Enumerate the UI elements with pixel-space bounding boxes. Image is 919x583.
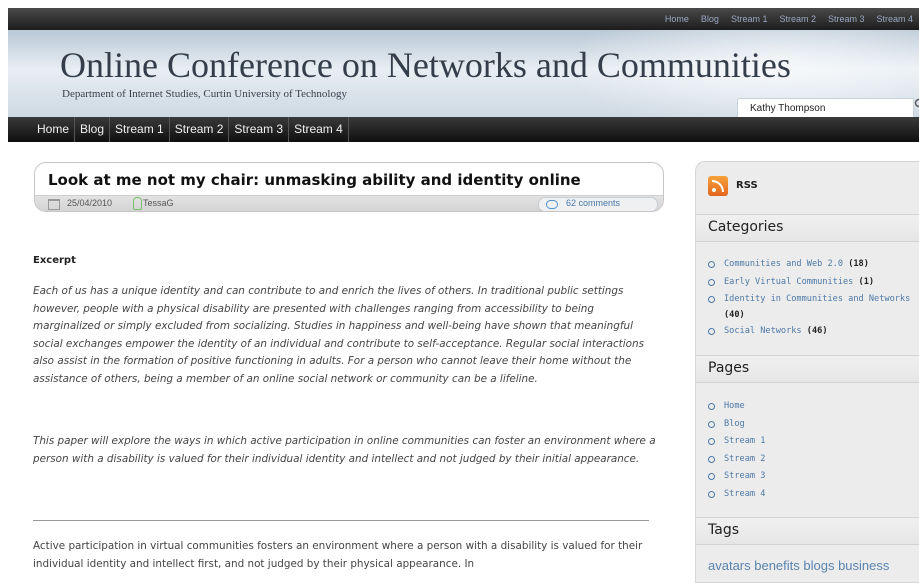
search-input[interactable]: Kathy Thompson: [737, 98, 914, 117]
pages-list: Home Blog Stream 1 Stream 2 Stream 3 Str…: [708, 398, 913, 503]
excerpt-paragraph-2: This paper will explore the ways in whic…: [33, 435, 656, 465]
search-input-value: Kathy Thompson: [750, 103, 826, 114]
categories-title: Categories: [708, 219, 784, 235]
user-icon: [133, 197, 142, 210]
post-meta: 25/04/2010 TessaG 62 comments: [35, 195, 663, 211]
post-title[interactable]: Look at me not my chair: unmasking abili…: [48, 171, 581, 189]
main-nav-stream-4[interactable]: Stream 4: [289, 117, 349, 142]
top-nav: Home Blog Stream 1 Stream 2 Stream 3 Str…: [659, 8, 919, 30]
page-item-home[interactable]: Home: [708, 398, 913, 416]
top-nav-stream-3[interactable]: Stream 3: [822, 14, 871, 24]
site-title[interactable]: Online Conference on Networks and Commun…: [60, 44, 791, 86]
body-paragraph-1: Active participation in virtual communit…: [33, 540, 643, 570]
excerpt-heading: Excerpt: [33, 255, 76, 266]
main-nav-stream-2[interactable]: Stream 2: [170, 117, 230, 142]
pages-heading: Pages: [696, 355, 919, 383]
category-item[interactable]: Social Networks (46): [708, 323, 913, 341]
post-header: Look at me not my chair: unmasking abili…: [34, 162, 664, 212]
main-nav: Home Blog Stream 1 Stream 2 Stream 3 Str…: [8, 117, 919, 142]
tag-cloud[interactable]: avatars benefits blogs business: [708, 558, 889, 573]
page-item-blog[interactable]: Blog: [708, 416, 913, 434]
divider: [33, 520, 649, 521]
calendar-icon: [48, 199, 60, 210]
tags-title: Tags: [708, 522, 739, 538]
tags-heading: Tags: [696, 517, 919, 545]
post-date: 25/04/2010: [67, 198, 113, 208]
comments-link[interactable]: 62 comments: [538, 197, 658, 211]
search-icon[interactable]: [912, 98, 919, 116]
top-nav-home[interactable]: Home: [659, 14, 695, 24]
page-item-stream-1[interactable]: Stream 1: [708, 433, 913, 451]
top-nav-stream-2[interactable]: Stream 2: [773, 14, 822, 24]
sidebar: RSS Categories Communities and Web 2.0 (…: [695, 161, 919, 583]
rss-label: RSS: [736, 180, 758, 191]
rss-icon: [708, 176, 728, 196]
top-nav-stream-1[interactable]: Stream 1: [725, 14, 774, 24]
main-nav-stream-1[interactable]: Stream 1: [110, 117, 170, 142]
site-header: Online Conference on Networks and Commun…: [8, 30, 919, 117]
top-nav-stream-4[interactable]: Stream 4: [870, 14, 919, 24]
top-bar: Home Blog Stream 1 Stream 2 Stream 3 Str…: [8, 8, 919, 30]
main-nav-stream-3[interactable]: Stream 3: [229, 117, 290, 142]
categories-heading: Categories: [696, 214, 919, 242]
post-author[interactable]: TessaG: [143, 198, 174, 208]
categories-list: Communities and Web 2.0 (18) Early Virtu…: [708, 256, 913, 341]
pages-title: Pages: [708, 360, 750, 376]
category-item[interactable]: Identity in Communities and Networks (40…: [708, 291, 913, 323]
main-nav-blog[interactable]: Blog: [75, 117, 111, 142]
excerpt-paragraph-1: Each of us has a unique identity and can…: [33, 285, 644, 385]
site-subtitle: Department of Internet Studies, Curtin U…: [62, 88, 347, 100]
page-item-stream-3[interactable]: Stream 3: [708, 468, 913, 486]
main-nav-home[interactable]: Home: [32, 117, 76, 142]
top-nav-blog[interactable]: Blog: [695, 14, 725, 24]
page-item-stream-4[interactable]: Stream 4: [708, 486, 913, 504]
comments-count: 62 comments: [566, 198, 621, 208]
category-item[interactable]: Communities and Web 2.0 (18): [708, 256, 913, 274]
comment-icon: [546, 200, 558, 209]
page-item-stream-2[interactable]: Stream 2: [708, 451, 913, 469]
category-item[interactable]: Early Virtual Communities (1): [708, 274, 913, 292]
